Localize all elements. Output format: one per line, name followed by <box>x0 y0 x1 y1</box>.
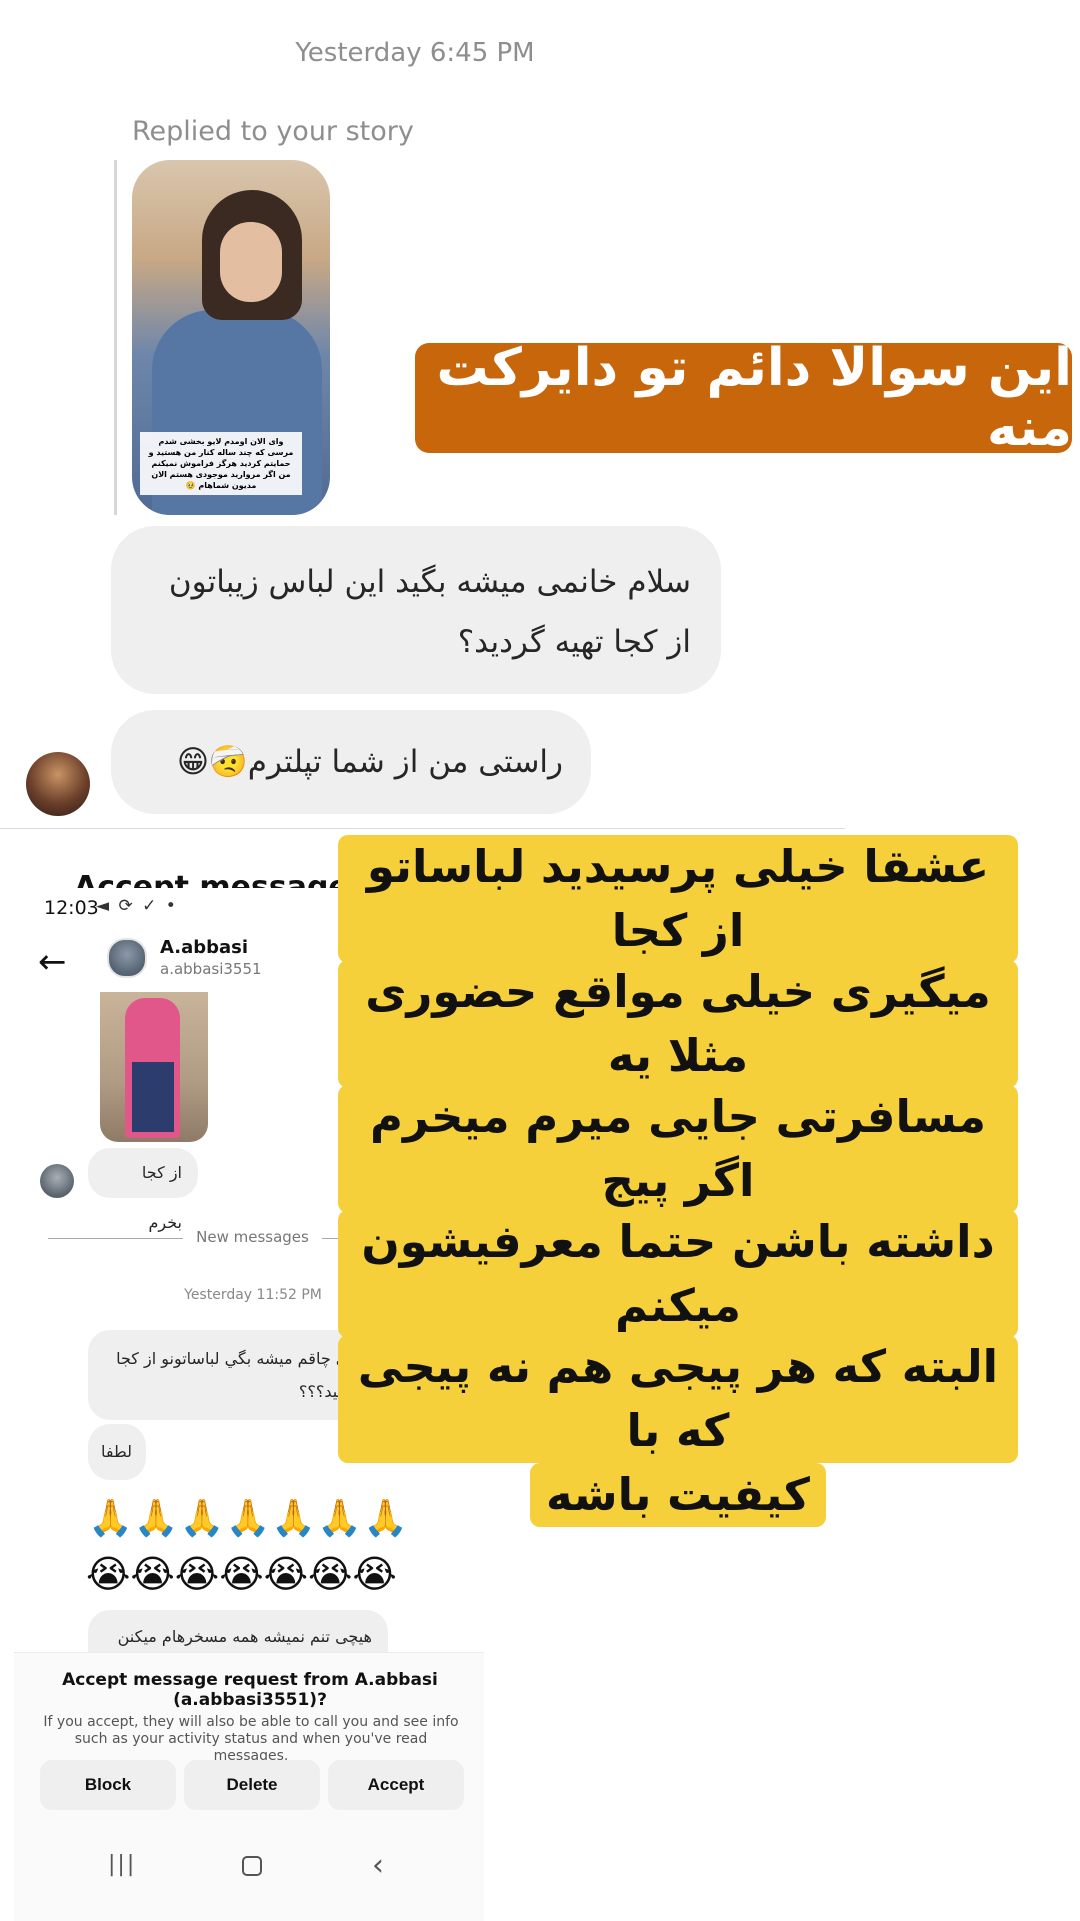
back-arrow-icon[interactable]: ← <box>38 942 67 982</box>
story-legs-shape <box>132 1062 174 1132</box>
delete-button[interactable]: Delete <box>184 1760 320 1810</box>
banner-line: عشقا خیلی پرسیدید لباساتو از کجا <box>338 835 1018 963</box>
message-bubble[interactable]: راستی من از شما تپلترم🤕😁🙈 <box>111 710 591 884</box>
chat-header-name[interactable]: A.abbasi <box>160 937 248 958</box>
top-timestamp: Yesterday 6:45 PM <box>295 38 535 68</box>
sender-avatar[interactable] <box>26 752 90 816</box>
accept-button[interactable]: Accept <box>328 1760 464 1810</box>
story-thumbnail[interactable]: وای الان اومدم لایو بخشی شدم مرسی که چند… <box>132 160 330 515</box>
recent-apps-icon[interactable]: ||| <box>108 1852 136 1877</box>
message-bubble[interactable]: لطفا <box>88 1424 146 1480</box>
block-button[interactable]: Block <box>40 1760 176 1810</box>
story-face-shape <box>220 222 282 302</box>
header-avatar[interactable] <box>107 938 147 978</box>
reply-quote-bar <box>114 160 117 515</box>
banner-line: میگیری خیلی مواقع حضوری مثلا یه <box>338 960 1018 1088</box>
orange-overlay-banner: این سوالا دائم تو دایرکت منه <box>415 338 1072 458</box>
divider-line <box>48 1238 183 1239</box>
story-caption: وای الان اومدم لایو بخشی شدم مرسی که چند… <box>140 432 302 495</box>
shared-story-thumbnail[interactable] <box>100 992 208 1142</box>
chat-header-username: a.abbasi3551 <box>160 960 262 978</box>
sender-avatar-small[interactable] <box>40 1164 74 1198</box>
status-bar-time: 12:03 <box>44 897 99 919</box>
banner-line: کیفیت باشه <box>530 1463 826 1527</box>
yellow-overlay-banner: عشقا خیلی پرسیدید لباساتو از کجا میگیری … <box>338 835 1018 1527</box>
banner-line: داشته باشن حتما معرفیشون میکنم <box>338 1210 1018 1338</box>
screenshot-divider <box>0 828 845 829</box>
replied-to-story-label: Replied to your story <box>132 116 414 147</box>
crying-emoji-message[interactable]: 😭😭😭😭😭😭😭 <box>86 1552 397 1596</box>
message-bubble[interactable]: سلام خانمی میشه بگید این لباس زیباتون از… <box>111 526 721 694</box>
banner-line: البته که هر پیجی هم نه پیجی که با <box>338 1335 1018 1463</box>
new-messages-divider: New messages <box>196 1228 309 1246</box>
status-bar-icons: ◄ ⟳ ✓ • <box>96 896 178 916</box>
accept-request-title: Accept message request from A.abbasi (a.… <box>62 1670 438 1710</box>
message-bubble[interactable]: از کجا بخرم <box>88 1148 198 1232</box>
message-bubble-cut[interactable]: هیچی تنم نمیشه همه مسخرهام میکنن <box>88 1610 388 1652</box>
banner-line: مسافرتی جایی میرم میخرم اگر پیج <box>338 1085 1018 1213</box>
home-icon[interactable] <box>242 1856 262 1876</box>
accept-request-description: If you accept, they will also be able to… <box>43 1714 459 1764</box>
nav-back-icon[interactable]: ‹ <box>372 1848 384 1883</box>
